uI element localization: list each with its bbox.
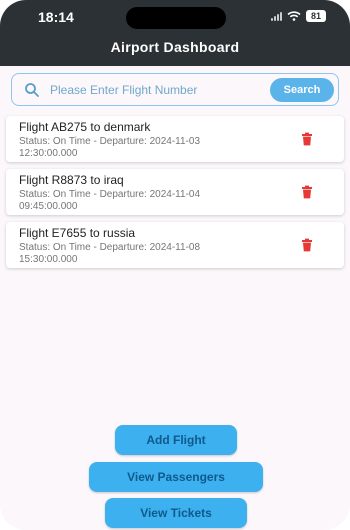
search-button[interactable]: Search [270, 78, 334, 102]
trash-icon [302, 132, 312, 146]
search-bar: Search [11, 73, 339, 106]
flight-status: Status: On Time - Departure: 2024-11-03 [19, 136, 201, 147]
trash-icon [302, 185, 312, 199]
page-title: Airport Dashboard [110, 39, 240, 55]
battery-icon: 81 [306, 10, 326, 22]
flight-number-input[interactable] [50, 79, 274, 101]
signal-icon [271, 11, 282, 21]
flight-departure-time: 15:30:00.000 [19, 254, 78, 265]
flight-title: Flight E7655 to russia [19, 226, 136, 240]
app-header: 18:14 81 Airport Dashboard [0, 0, 350, 66]
flight-list: Flight AB275 to denmark Status: On Time … [6, 116, 344, 275]
flight-card[interactable]: Flight E7655 to russia Status: On Time -… [6, 222, 344, 268]
flight-card[interactable]: Flight R8873 to iraq Status: On Time - D… [6, 169, 344, 215]
wifi-icon [287, 11, 301, 21]
flight-card[interactable]: Flight AB275 to denmark Status: On Time … [6, 116, 344, 162]
trash-icon [302, 238, 312, 252]
dynamic-island [126, 7, 226, 29]
flight-title: Flight AB275 to denmark [19, 120, 151, 134]
search-icon [25, 83, 39, 97]
view-passengers-button[interactable]: View Passengers [89, 462, 263, 492]
phone-screen: 18:14 81 Airport Dashboard Search Flight… [0, 0, 350, 530]
delete-flight-button[interactable] [300, 185, 314, 199]
add-flight-button[interactable]: Add Flight [115, 425, 237, 455]
delete-flight-button[interactable] [300, 132, 314, 146]
flight-title: Flight R8873 to iraq [19, 173, 124, 187]
flight-departure-time: 09:45:00.000 [19, 201, 78, 212]
delete-flight-button[interactable] [300, 238, 314, 252]
status-icons: 81 [271, 10, 326, 22]
flight-status: Status: On Time - Departure: 2024-11-04 [19, 189, 201, 200]
flight-status: Status: On Time - Departure: 2024-11-08 [19, 242, 201, 253]
flight-departure-time: 12:30:00.000 [19, 148, 78, 159]
view-tickets-button[interactable]: View Tickets [105, 498, 247, 528]
status-time: 18:14 [38, 9, 74, 25]
